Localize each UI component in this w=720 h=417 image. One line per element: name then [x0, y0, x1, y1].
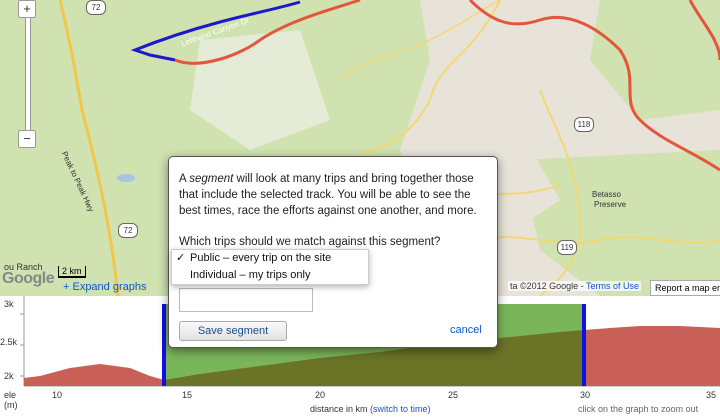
visibility-dropdown[interactable]: ✓ Public – every trip on the site Indivi… [171, 249, 369, 285]
highway-shield: 119 [557, 240, 577, 255]
forest-area [520, 150, 720, 296]
terms-link[interactable]: Terms of Use [586, 281, 639, 291]
place-label-betasso: Betasso [592, 190, 621, 199]
option-public[interactable]: ✓ Public – every trip on the site [172, 250, 368, 266]
elevation-area [584, 326, 720, 386]
switch-to-time-link[interactable]: (switch to time) [370, 404, 431, 414]
map-scale: 2 km [58, 266, 86, 278]
attribution-text: ta ©2012 Google - [510, 281, 584, 291]
x-tick-label: 15 [182, 390, 193, 400]
zoom-control: + − [18, 0, 36, 150]
option-public-label: Public – every trip on the site [190, 252, 332, 264]
highway-shield: 72 [86, 0, 106, 15]
x-axis-label: distance in km (switch to time) [310, 404, 431, 414]
highway-shield: 72 [118, 223, 138, 238]
elevation-area [24, 364, 164, 386]
y-tick-label: 3k [4, 299, 14, 309]
y-unit-name: ele [4, 390, 17, 400]
y-unit-label: ele (m) [4, 390, 18, 410]
cancel-link[interactable]: cancel [450, 324, 482, 336]
check-icon: ✓ [176, 252, 186, 264]
google-logo: Google [2, 270, 55, 287]
zoom-track[interactable] [25, 0, 31, 132]
segment-term: segment [189, 173, 234, 185]
x-tick-label: 30 [580, 390, 591, 400]
save-segment-button[interactable]: Save segment [179, 321, 287, 341]
expand-graphs-link[interactable]: + Expand graphs [63, 281, 146, 293]
option-individual[interactable]: Individual – my trips only [172, 267, 368, 283]
match-question: Which trips should we match against this… [179, 236, 441, 248]
selection-end-marker[interactable] [582, 304, 586, 386]
x-tick-label: 35 [706, 390, 717, 400]
x-tick-label: 20 [315, 390, 326, 400]
description-start: A [179, 173, 190, 185]
y-tick-label: 2k [4, 371, 14, 381]
x-tick-label: 10 [52, 390, 63, 400]
option-individual-label: Individual – my trips only [190, 269, 311, 281]
lake [117, 174, 135, 182]
zoom-out-button[interactable]: − [18, 130, 36, 148]
map-attribution: ta ©2012 Google - Terms of Use [508, 281, 642, 291]
x-tick-label: 25 [448, 390, 459, 400]
x-axis-title: distance in km [310, 404, 368, 414]
zoom-hint: click on the graph to zoom out [578, 404, 699, 414]
place-label-preserve: Preserve [594, 200, 627, 209]
highway-shield: 118 [574, 117, 594, 132]
report-map-error-link[interactable]: Report a map error [650, 280, 720, 296]
zoom-in-button[interactable]: + [18, 0, 36, 18]
segment-description: A segment will look at many trips and br… [179, 171, 479, 219]
y-unit-suffix: (m) [4, 400, 18, 410]
y-tick-label: 2.5k [0, 337, 18, 347]
selection-start-marker[interactable] [162, 304, 166, 386]
segment-name-input[interactable] [179, 288, 313, 312]
